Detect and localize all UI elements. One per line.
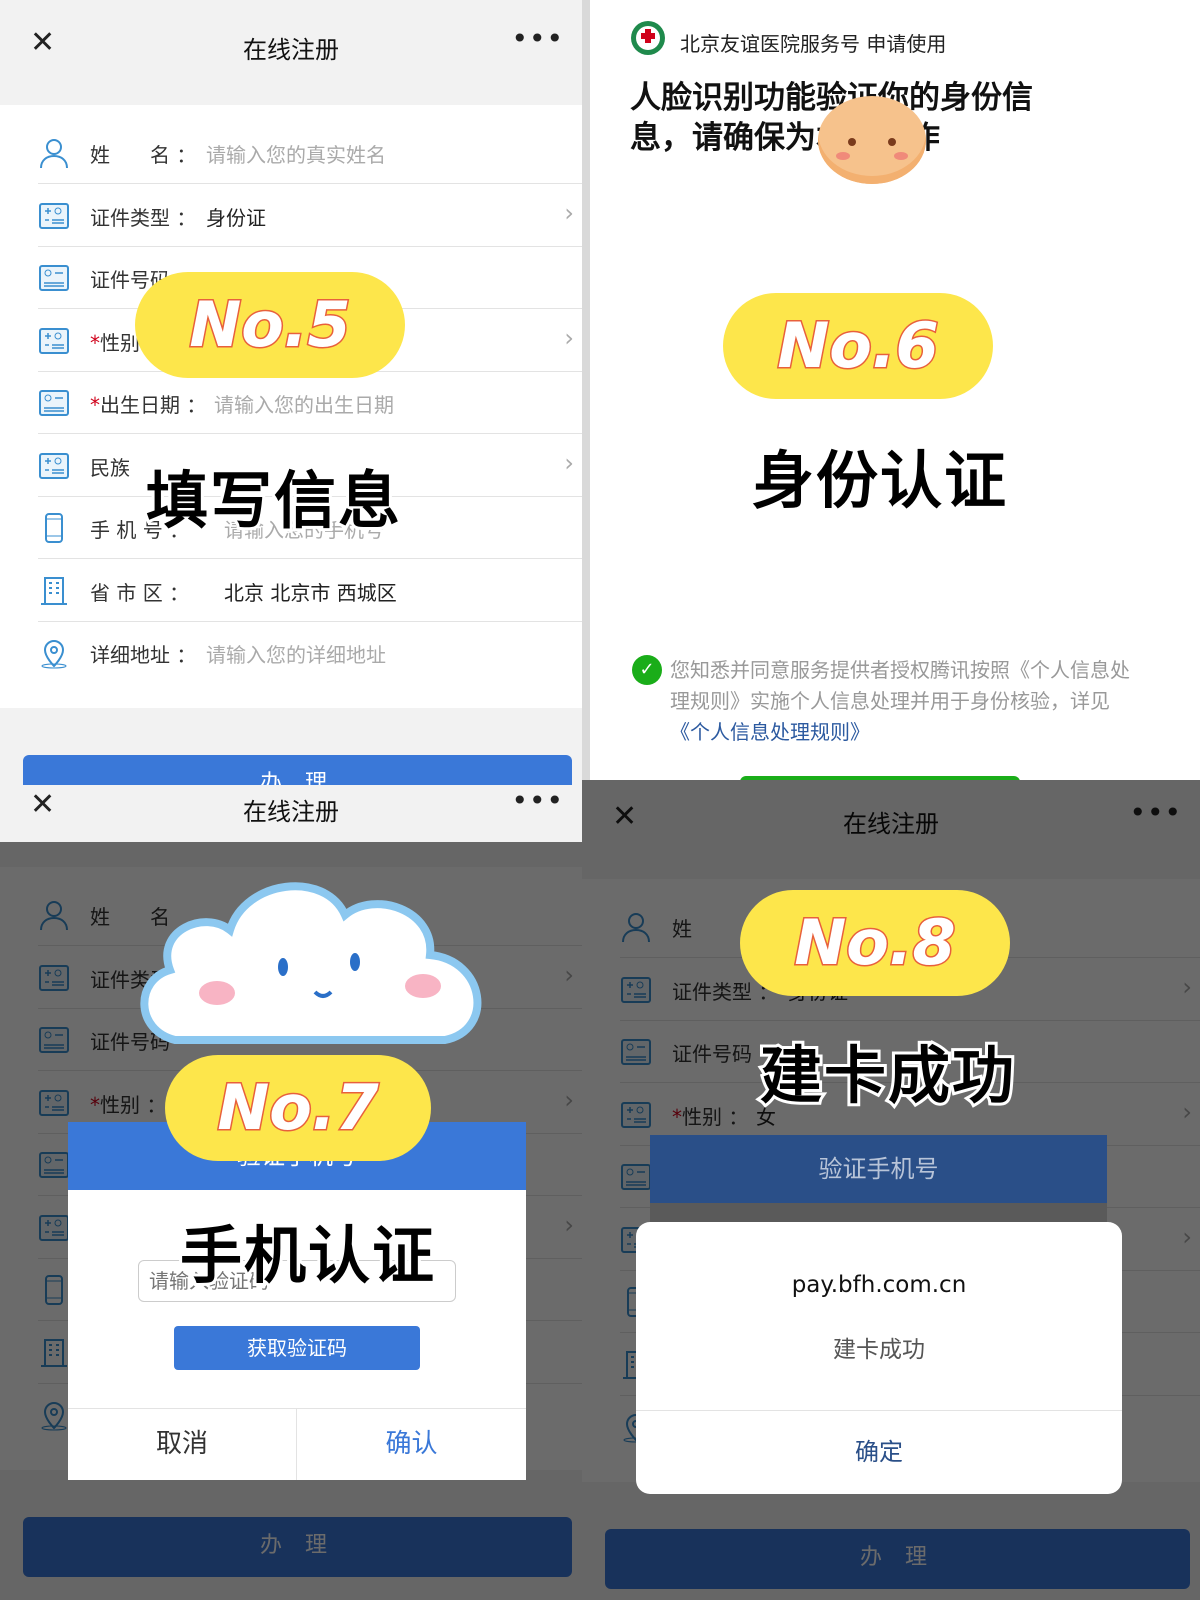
- form-row[interactable]: *出生日期 ： 请输入您的出生日期: [38, 372, 582, 434]
- field-value[interactable]: 请输入您的出生日期: [214, 389, 394, 418]
- step-caption: 填写信息: [143, 461, 403, 540]
- panel-card-created: ✕在线注册•••姓证件类型 ：身份证›证件号码*性别 ：女››办 理 验证手机号…: [582, 780, 1200, 1600]
- step-badge: No.5: [135, 272, 405, 378]
- chevron-right-icon: ›: [564, 323, 574, 352]
- ok-button[interactable]: 确定: [636, 1411, 1122, 1494]
- verify-phone-dialog: 验证手机号 获取验证码 取消 确认: [68, 1122, 526, 1480]
- required-mark: *: [90, 330, 100, 355]
- field-label: 省 市 区 ：: [90, 580, 190, 605]
- confirm-button[interactable]: 确认: [297, 1409, 526, 1480]
- submit-button[interactable]: 办 理: [23, 755, 572, 785]
- required-mark: *: [90, 393, 100, 417]
- person-icon: [38, 137, 70, 169]
- form-row[interactable]: 省 市 区 ： 北京 北京市 西城区: [38, 560, 582, 622]
- field-label: 证件类型 ：: [90, 205, 197, 230]
- field-value[interactable]: 身份证: [206, 202, 266, 231]
- header-bar: ✕在线注册•••: [0, 785, 582, 842]
- field-label: 姓 名 ：: [90, 143, 197, 167]
- field-value[interactable]: 北京 北京市 西城区: [224, 577, 397, 606]
- page-title: 在线注册: [243, 798, 339, 826]
- field-value[interactable]: 请输入您的详细地址: [206, 639, 386, 668]
- privacy-rules-link[interactable]: 《个人信息处理规则》: [670, 720, 870, 744]
- card-id-icon: [38, 387, 70, 419]
- form-row[interactable]: 证件类型 ： 身份证 ›: [38, 185, 582, 247]
- form-list: 姓 名 ：请输入您的真实姓名 证件类型 ：身份证 › 证件号码 *性别 › *出生日期 ：请…: [0, 105, 582, 708]
- chevron-right-icon: ›: [564, 448, 574, 477]
- consent-text: 您知悉并同意服务提供者授权腾讯按照《个人信息处理规则》实施个人信息处理并用于身份…: [670, 655, 1140, 748]
- consent-body: 您知悉并同意服务提供者授权腾讯按照《个人信息处理规则》实施个人信息处理并用于身份…: [670, 658, 1130, 713]
- card-plus-icon: [38, 325, 70, 357]
- location-icon: [38, 637, 70, 669]
- card-plus-icon: [38, 450, 70, 482]
- card-id-icon: [38, 262, 70, 294]
- account-name: 北京友谊医院服务号 申请使用: [680, 32, 947, 56]
- behind-dialog-title: 验证手机号: [650, 1135, 1107, 1203]
- form-row[interactable]: 姓 名 ： 请输入您的真实姓名: [38, 122, 582, 184]
- step-caption: 建卡成功: [757, 1036, 1017, 1115]
- registration-form-screen: ✕ 在线注册 ••• 姓 名 ：请输入您的真实姓名 证件类型 ：身份证 › 证件号码 *性别 ›…: [0, 0, 582, 785]
- panel-phone-verify: ✕在线注册•••姓 名证件类型›证件号码*性别 ：››办 理 验证手机号 获取验…: [0, 785, 582, 1600]
- field-label: 民族: [90, 455, 130, 480]
- field-value[interactable]: 请输入您的真实姓名: [206, 139, 386, 168]
- field-label: 详细地址 ：: [90, 643, 197, 667]
- chevron-right-icon: ›: [564, 198, 574, 227]
- alert-dialog: pay.bfh.com.cn 建卡成功 确定: [636, 1222, 1122, 1494]
- page-title: 在线注册: [243, 36, 339, 64]
- building-icon: [38, 575, 70, 607]
- step-caption: 手机认证: [177, 1216, 437, 1295]
- card-plus-icon: [38, 200, 70, 232]
- step-caption: 身份认证: [749, 441, 1009, 520]
- cloud-sticker: [140, 882, 482, 1044]
- field-label: *性别: [90, 330, 140, 355]
- step-badge: No.6: [723, 293, 993, 399]
- step-badge: No.7: [165, 1055, 431, 1161]
- cancel-button[interactable]: 取消: [68, 1409, 297, 1480]
- get-code-button[interactable]: 获取验证码: [174, 1326, 420, 1370]
- consent-checkbox[interactable]: ✓: [632, 655, 662, 685]
- alert-domain: pay.bfh.com.cn: [791, 1272, 967, 1298]
- form-row[interactable]: 详细地址 ： 请输入您的详细地址: [38, 622, 582, 684]
- phone-icon: [38, 512, 70, 544]
- more-dots-icon[interactable]: •••: [511, 785, 564, 817]
- panel-fill-info: ✕ 在线注册 ••• 姓 名 ：请输入您的真实姓名 证件类型 ：身份证 › 证件号码 *性别 ›…: [0, 0, 582, 785]
- field-label: *出生日期 ：: [90, 393, 207, 417]
- panel-face-verify: 北京友谊医院服务号 申请使用 人脸识别功能验证你的身份信息，请确保为本人操作 N…: [590, 0, 1200, 780]
- step-badge: No.8: [740, 890, 1010, 996]
- bear-sticker: [818, 96, 926, 184]
- header-bar: ✕在线注册•••: [0, 0, 582, 80]
- more-dots-icon[interactable]: •••: [511, 22, 564, 55]
- behind-dialog: 验证手机号: [650, 1135, 1107, 1235]
- hospital-logo-icon: [631, 21, 665, 55]
- alert-message: 建卡成功: [833, 1337, 925, 1363]
